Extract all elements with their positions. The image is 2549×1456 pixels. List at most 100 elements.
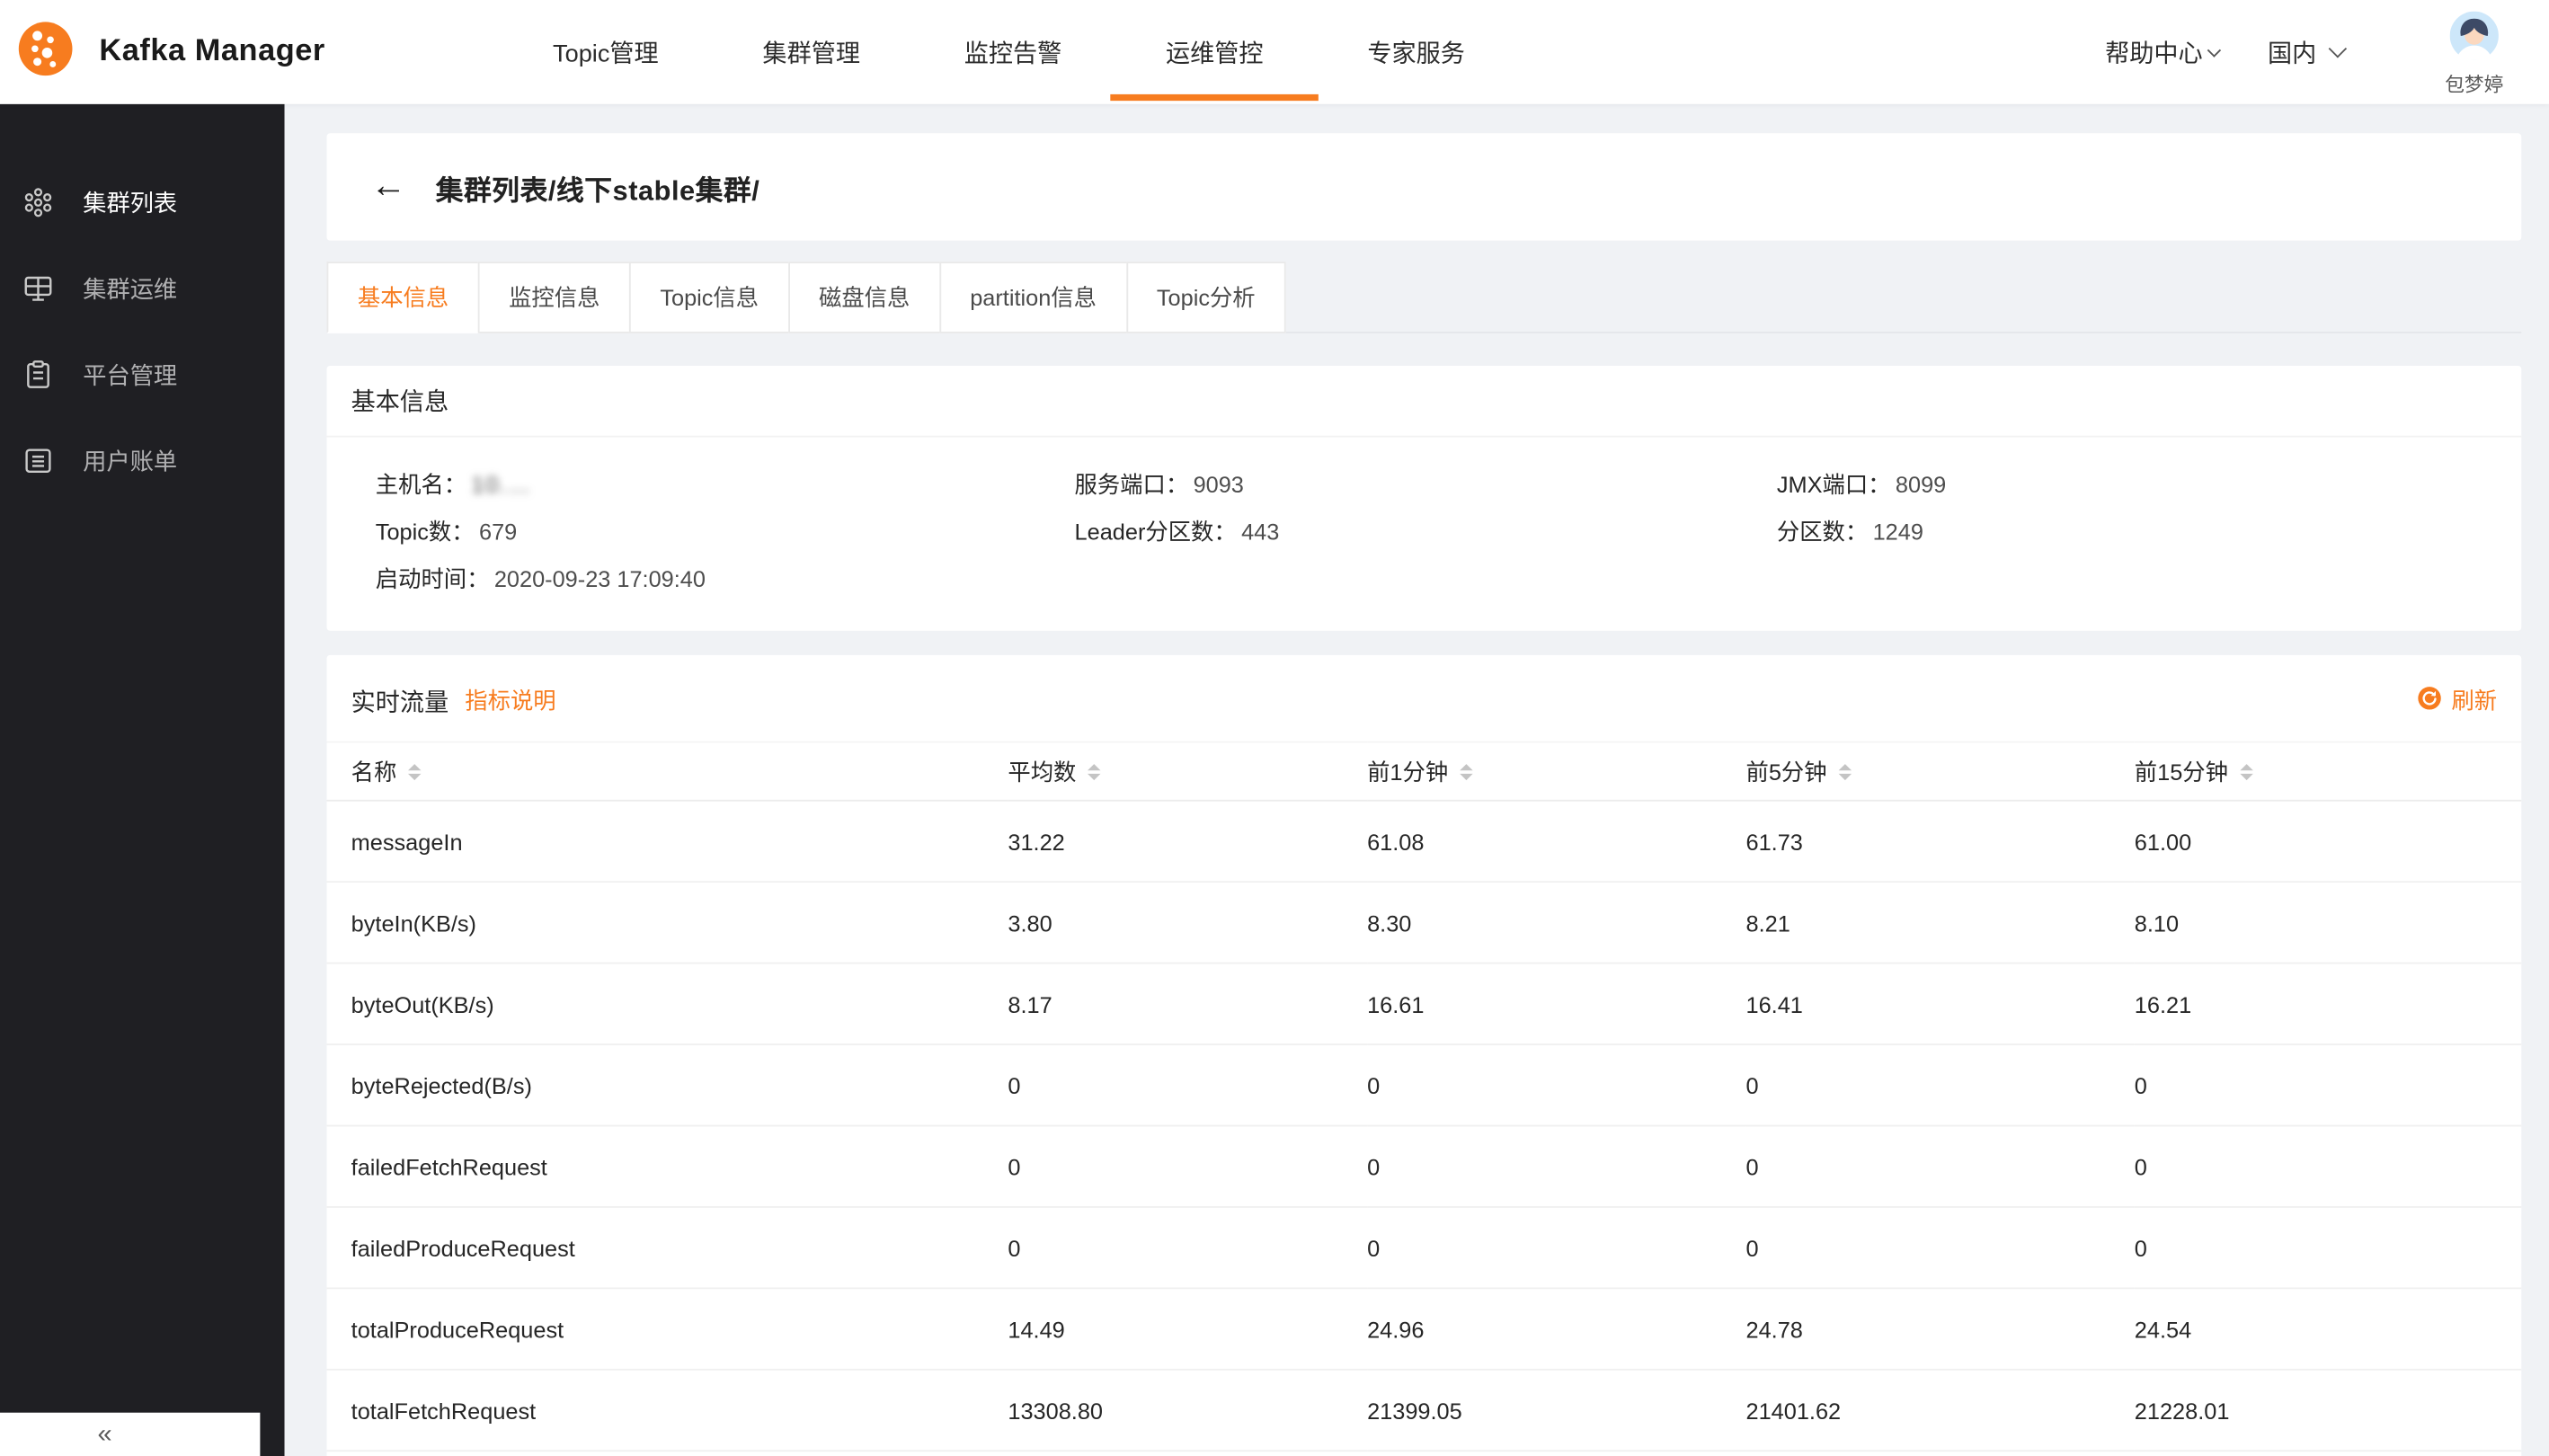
top-header: Kafka Manager Topic管理集群管理监控告警运维管控专家服务 帮助… xyxy=(0,0,2549,104)
caret-down-icon xyxy=(1088,773,1100,779)
column-header-inner: 前1分钟 xyxy=(1367,755,1472,787)
metric-value-cell: 61.73 xyxy=(1746,801,2135,882)
chevron-down-icon xyxy=(2207,43,2221,57)
column-label: 平均数 xyxy=(1008,755,1076,787)
top-nav-expert-service[interactable]: 专家服务 xyxy=(1367,0,1465,104)
table-row: totalFetchRequest13308.8021399.0521401.6… xyxy=(327,1370,2522,1451)
cluster-list-icon xyxy=(22,187,53,218)
table-row: byteOut(KB/s)8.1716.6116.4116.21 xyxy=(327,963,2522,1044)
user-billing-icon xyxy=(22,446,53,476)
column-header[interactable]: 名称 xyxy=(327,742,1008,801)
table-row: byteRejected(B/s)0000 xyxy=(327,1044,2522,1125)
sort-caret-icon[interactable] xyxy=(1088,763,1100,779)
top-nav-topic-management[interactable]: Topic管理 xyxy=(553,0,659,104)
sort-caret-icon[interactable] xyxy=(1460,763,1472,779)
sidebar-item-user-billing[interactable]: 用户账单 xyxy=(0,418,285,504)
realtime-traffic-header: 实时流量 指标说明 刷新 xyxy=(327,655,2522,730)
tab-basic-info[interactable]: 基本信息 xyxy=(327,262,480,333)
field-label: 服务端口： xyxy=(1075,472,1189,498)
sidebar-item-cluster-ops[interactable]: 集群运维 xyxy=(0,245,285,332)
metric-value-cell: 0 xyxy=(1746,1044,2135,1125)
main-content: ← 集群列表/线下stable集群/ 基本信息监控信息Topic信息磁盘信息pa… xyxy=(285,104,2549,1456)
sidebar-collapse-button[interactable]: « xyxy=(0,1413,260,1456)
help-center-menu[interactable]: 帮助中心 xyxy=(2105,35,2219,69)
realtime-traffic-card: 实时流量 指标说明 刷新 xyxy=(327,655,2522,1456)
metric-value-cell: 0 xyxy=(1746,1207,2135,1288)
column-label: 前1分钟 xyxy=(1367,755,1448,787)
metric-value-cell: 0 xyxy=(2135,1207,2521,1288)
info-field: 启动时间：2020-09-23 17:09:40 xyxy=(376,564,1075,594)
table-row: byteIn(KB/s)3.808.308.218.10 xyxy=(327,882,2522,963)
column-label: 前15分钟 xyxy=(2135,755,2228,787)
top-nav-cluster-management[interactable]: 集群管理 xyxy=(762,0,860,104)
user-menu[interactable]: 包梦婷 xyxy=(2445,6,2503,97)
metrics-table-body: messageIn31.2261.0861.7361.00byteIn(KB/s… xyxy=(327,801,2522,1451)
caret-up-icon xyxy=(1088,763,1100,769)
tab-partition-info[interactable]: partition信息 xyxy=(939,262,1127,333)
basic-info-fields: 主机名：10.…服务端口：9093JMX端口：8099Topic数：679Lea… xyxy=(327,438,2522,631)
tab-topic-info[interactable]: Topic信息 xyxy=(629,262,789,333)
column-label: 前5分钟 xyxy=(1746,755,1827,787)
sidebar-item-label: 平台管理 xyxy=(83,358,177,392)
back-button[interactable]: ← xyxy=(370,167,406,203)
top-nav: Topic管理 集群管理 监控告警 运维管控 专家服务 xyxy=(553,0,1465,104)
metric-value-cell: 14.49 xyxy=(1008,1288,1367,1369)
sidebar: 集群列表集群运维平台管理用户账单 « xyxy=(0,104,285,1456)
metric-value-cell: 3.80 xyxy=(1008,882,1367,963)
column-header-inner: 名称 xyxy=(351,755,422,787)
column-header[interactable]: 前1分钟 xyxy=(1367,742,1745,801)
metric-value-cell: 8.30 xyxy=(1367,882,1745,963)
info-field: 主机名：10.… xyxy=(376,470,1075,500)
metric-value-cell: 8.17 xyxy=(1008,963,1367,1044)
tab-monitor-info[interactable]: 监控信息 xyxy=(478,262,631,333)
refresh-icon xyxy=(2417,686,2441,715)
sidebar-nav: 集群列表集群运维平台管理用户账单 xyxy=(0,104,285,504)
top-nav-monitor-alert[interactable]: 监控告警 xyxy=(964,0,1062,104)
column-header[interactable]: 前5分钟 xyxy=(1746,742,2135,801)
field-label: 主机名： xyxy=(376,472,466,498)
field-label: 分区数： xyxy=(1777,519,1868,545)
avatar xyxy=(2450,12,2499,68)
metric-value-cell: 16.61 xyxy=(1367,963,1745,1044)
chevron-down-icon xyxy=(2329,40,2347,58)
column-header[interactable]: 前15分钟 xyxy=(2135,742,2521,801)
field-label: 启动时间： xyxy=(376,565,490,591)
metrics-table-head: 名称 平均数 前1分钟 前5分钟 前15分钟 xyxy=(327,742,2522,801)
metric-name-cell: totalProduceRequest xyxy=(327,1288,1008,1369)
sort-caret-icon[interactable] xyxy=(408,763,421,779)
field-label: Topic数： xyxy=(376,519,475,545)
realtime-traffic-title: 实时流量 xyxy=(351,684,449,718)
metric-value-cell: 24.54 xyxy=(2135,1288,2521,1369)
collapse-icon: « xyxy=(98,1422,112,1448)
metric-value-cell: 8.10 xyxy=(2135,882,2521,963)
refresh-button[interactable]: 刷新 xyxy=(2417,684,2497,716)
caret-up-icon xyxy=(1460,763,1472,769)
sidebar-item-platform-management[interactable]: 平台管理 xyxy=(0,332,285,418)
caret-up-icon xyxy=(2240,763,2252,769)
sort-caret-icon[interactable] xyxy=(2240,763,2252,779)
metric-name-cell: messageIn xyxy=(327,801,1008,882)
region-select[interactable]: 国内 xyxy=(2268,35,2344,69)
metric-value-cell: 31.22 xyxy=(1008,801,1367,882)
field-label: JMX端口： xyxy=(1777,472,1891,498)
metric-value-cell: 21399.05 xyxy=(1367,1370,1745,1451)
caret-down-icon xyxy=(1460,773,1472,779)
tab-disk-info[interactable]: 磁盘信息 xyxy=(788,262,941,333)
sort-caret-icon[interactable] xyxy=(1838,763,1851,779)
page-title: 集群列表/线下stable集群/ xyxy=(436,166,760,207)
metric-doc-link[interactable]: 指标说明 xyxy=(465,684,555,716)
metric-value-cell: 16.41 xyxy=(1746,963,2135,1044)
field-label: Leader分区数： xyxy=(1075,519,1237,545)
table-row: messageIn31.2261.0861.7361.00 xyxy=(327,801,2522,882)
table-row: totalProduceRequest14.4924.9624.7824.54 xyxy=(327,1288,2522,1369)
metric-value-cell: 21401.62 xyxy=(1746,1370,2135,1451)
caret-down-icon xyxy=(408,773,421,779)
metric-value-cell: 0 xyxy=(1008,1044,1367,1125)
top-nav-ops-control[interactable]: 运维管控 xyxy=(1166,0,1264,104)
column-header[interactable]: 平均数 xyxy=(1008,742,1367,801)
tab-topic-analysis[interactable]: Topic分析 xyxy=(1126,262,1286,333)
info-field: Leader分区数：443 xyxy=(1075,517,1777,546)
sidebar-item-cluster-list[interactable]: 集群列表 xyxy=(0,159,285,245)
caret-up-icon xyxy=(408,763,421,769)
metric-value-cell: 13308.80 xyxy=(1008,1370,1367,1451)
